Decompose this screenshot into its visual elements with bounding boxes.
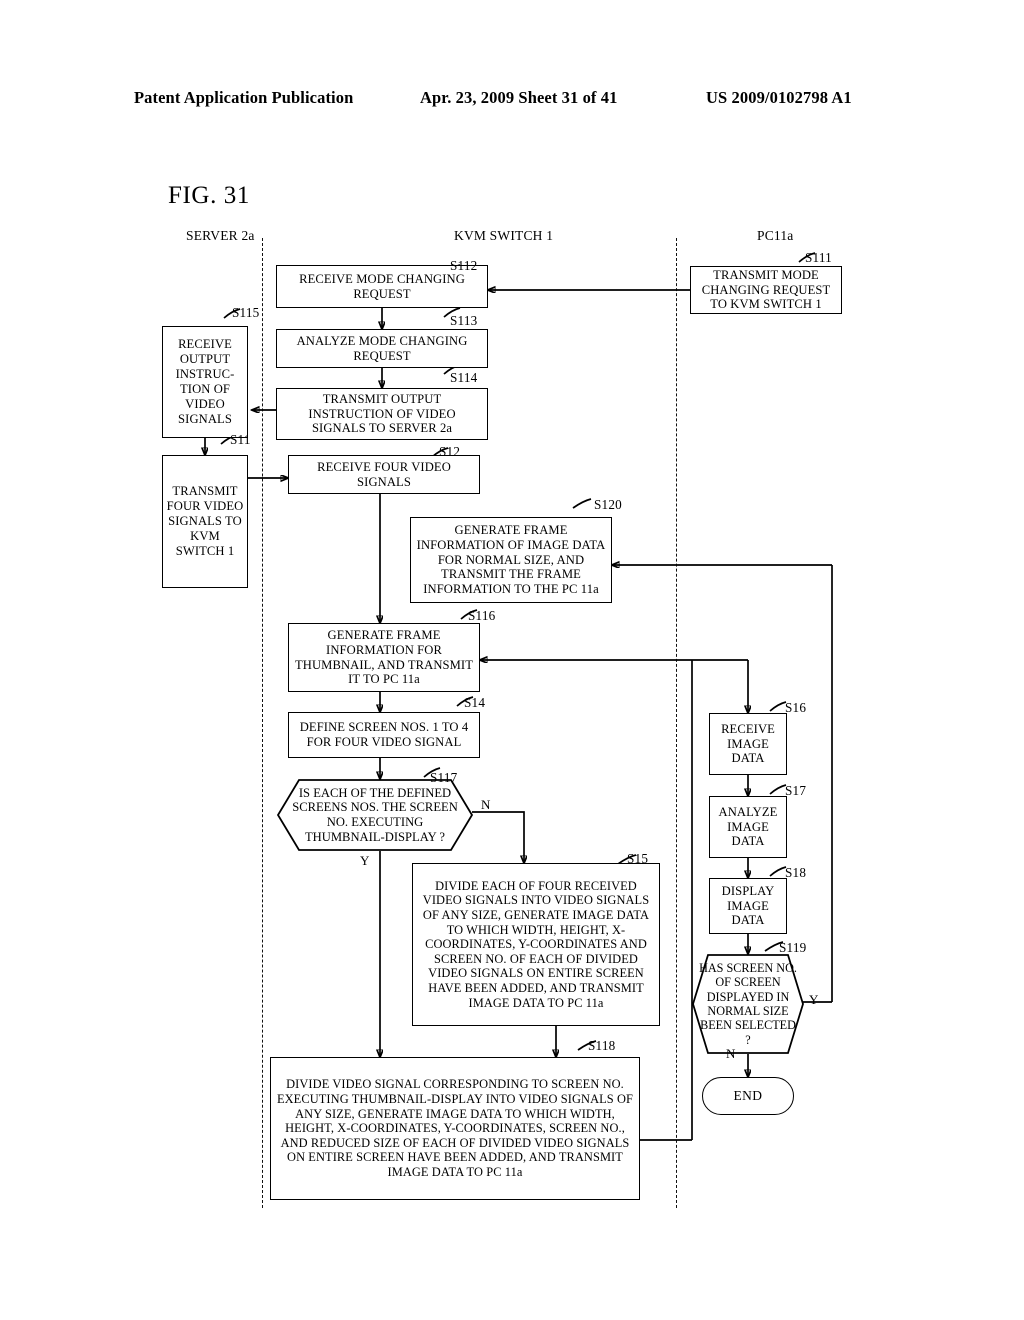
step-tag-s11: S11 <box>230 432 251 447</box>
step-tag-s113: S113 <box>450 313 478 328</box>
step-tag-s112: S112 <box>450 258 478 273</box>
publication-date-sheet: Apr. 23, 2009 Sheet 31 of 41 <box>420 88 618 107</box>
step-tag-s12: S12 <box>439 444 461 459</box>
branch-label-s119-yes: Y <box>809 992 819 1007</box>
node-s111[interactable]: TRANSMIT MODE CHANGING REQUEST TO KVM SW… <box>690 266 842 314</box>
node-s114[interactable]: TRANSMIT OUTPUT INSTRUCTION OF VIDEO SIG… <box>276 388 488 440</box>
node-s15-label: DIVIDE EACH OF FOUR RECEIVED VIDEO SIGNA… <box>422 878 650 1010</box>
step-tag-s18: S18 <box>785 865 807 880</box>
publication-number: US 2009/0102798 A1 <box>706 88 852 107</box>
node-s16-label: RECEIVE IMAGE DATA <box>721 721 775 766</box>
node-s11-label: TRANSMIT FOUR VIDEO SIGNALS TO KVM SWITC… <box>166 484 244 558</box>
node-s17[interactable]: ANALYZE IMAGE DATA <box>709 796 787 858</box>
step-tag-s17: S17 <box>785 783 807 798</box>
node-s18[interactable]: DISPLAY IMAGE DATA <box>709 878 787 934</box>
branch-label-s117-no: N <box>481 797 491 812</box>
node-s113-label: ANALYZE MODE CHANGING REQUEST <box>296 333 468 363</box>
node-s16[interactable]: RECEIVE IMAGE DATA <box>709 713 787 775</box>
node-s117[interactable]: IS EACH OF THE DEFINED SCREENS NOS. THE … <box>276 779 474 851</box>
node-s119-label: HAS SCREEN NO. OF SCREEN DISPLAYED IN NO… <box>699 961 797 1047</box>
node-s14[interactable]: DEFINE SCREEN NOS. 1 TO 4 FOR FOUR VIDEO… <box>288 712 480 758</box>
node-s18-label: DISPLAY IMAGE DATA <box>721 883 775 928</box>
lane-header-kvm: KVM SWITCH 1 <box>454 228 554 243</box>
node-s114-label: TRANSMIT OUTPUT INSTRUCTION OF VIDEO SIG… <box>308 391 456 436</box>
node-s120[interactable]: GENERATE FRAME INFORMATION OF IMAGE DATA… <box>410 517 612 603</box>
lane-header-server: SERVER 2a <box>186 228 255 243</box>
step-tag-s120: S120 <box>594 497 622 512</box>
step-tag-s111: S111 <box>805 250 832 265</box>
step-tag-s117: S117 <box>430 770 458 785</box>
branch-label-s117-yes: Y <box>360 853 370 868</box>
node-s17-label: ANALYZE IMAGE DATA <box>718 804 778 849</box>
node-s120-label: GENERATE FRAME INFORMATION OF IMAGE DATA… <box>416 522 606 597</box>
node-s15[interactable]: DIVIDE EACH OF FOUR RECEIVED VIDEO SIGNA… <box>412 863 660 1026</box>
node-s116[interactable]: GENERATE FRAME INFORMATION FOR THUMBNAIL… <box>288 623 480 692</box>
node-s113[interactable]: ANALYZE MODE CHANGING REQUEST <box>276 329 488 368</box>
node-end-label: END <box>733 1088 763 1103</box>
node-s119[interactable]: HAS SCREEN NO. OF SCREEN DISPLAYED IN NO… <box>692 954 804 1054</box>
node-s12-label: RECEIVE FOUR VIDEO SIGNALS <box>317 459 451 489</box>
publication-type: Patent Application Publication <box>134 88 354 107</box>
lane-header-pc: PC11a <box>757 228 794 243</box>
step-tag-s114: S114 <box>450 370 478 385</box>
step-tag-s116: S116 <box>468 608 496 623</box>
node-s112-label: RECEIVE MODE CHANGING REQUEST <box>299 271 465 301</box>
step-tag-s14: S14 <box>464 695 486 710</box>
node-s118[interactable]: DIVIDE VIDEO SIGNAL CORRESPONDING TO SCR… <box>270 1057 640 1200</box>
figure-label: FIG. 31 <box>168 182 250 209</box>
publication-header: Patent Application Publication Apr. 23, … <box>0 88 1024 114</box>
node-s14-label: DEFINE SCREEN NOS. 1 TO 4 FOR FOUR VIDEO… <box>299 720 469 749</box>
node-s115-label: RECEIVE OUTPUT INSTRUC-TION OF VIDEO SIG… <box>175 337 235 426</box>
node-s11[interactable]: TRANSMIT FOUR VIDEO SIGNALS TO KVM SWITC… <box>162 455 248 588</box>
node-end[interactable]: END <box>702 1077 794 1115</box>
step-tag-s118: S118 <box>588 1038 616 1053</box>
branch-label-s119-no: N <box>726 1046 736 1061</box>
node-s111-label: TRANSMIT MODE CHANGING REQUEST TO KVM SW… <box>701 267 831 312</box>
node-s117-label: IS EACH OF THE DEFINED SCREENS NOS. THE … <box>292 785 458 844</box>
node-s118-label: DIVIDE VIDEO SIGNAL CORRESPONDING TO SCR… <box>276 1077 634 1180</box>
step-tag-s119: S119 <box>779 940 807 955</box>
lane-separator-server-kvm <box>262 238 263 1208</box>
step-tag-s15: S15 <box>627 851 649 866</box>
node-s116-label: GENERATE FRAME INFORMATION FOR THUMBNAIL… <box>294 627 474 687</box>
step-tag-s16: S16 <box>785 700 807 715</box>
node-s115[interactable]: RECEIVE OUTPUT INSTRUC-TION OF VIDEO SIG… <box>162 326 248 438</box>
step-tag-s115: S115 <box>232 305 260 320</box>
node-s12[interactable]: RECEIVE FOUR VIDEO SIGNALS <box>288 455 480 494</box>
lane-separator-kvm-pc <box>676 238 677 1208</box>
